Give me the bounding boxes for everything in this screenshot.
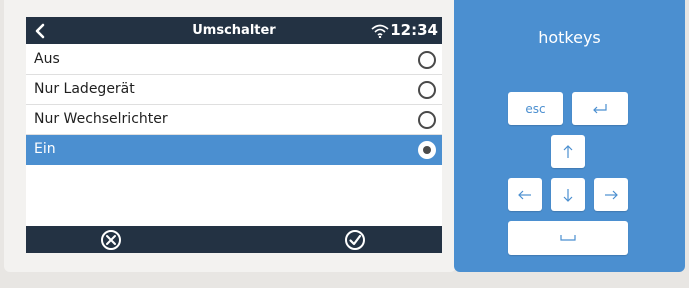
option-label: Ein	[34, 141, 56, 157]
list-item-selected[interactable]: Ein	[26, 135, 442, 165]
radio-button[interactable]	[418, 81, 436, 99]
cancel-icon[interactable]	[100, 229, 122, 251]
radio-button[interactable]	[418, 51, 436, 69]
return-arrow-icon	[593, 103, 607, 113]
hotkeys-title: hotkeys	[538, 28, 601, 47]
esc-key[interactable]: esc	[508, 92, 563, 125]
list-item[interactable]: Nur Wechselrichter	[26, 105, 442, 135]
left-key[interactable]	[508, 178, 542, 211]
down-key[interactable]	[551, 178, 585, 211]
radio-button[interactable]	[418, 111, 436, 129]
arrow-right-icon	[605, 190, 618, 199]
space-key[interactable]	[508, 221, 628, 255]
list-item[interactable]: Nur Ladegerät	[26, 75, 442, 105]
radio-button-checked[interactable]	[418, 141, 436, 159]
up-key[interactable]	[551, 135, 585, 168]
option-label: Nur Wechselrichter	[34, 111, 168, 127]
device-screen: Umschalter 12:34 Aus Nur Ladegerät Nur W…	[26, 17, 442, 253]
arrow-left-icon	[518, 190, 531, 199]
device-frame: Umschalter 12:34 Aus Nur Ladegerät Nur W…	[4, 0, 456, 272]
esc-key-label: esc	[525, 101, 546, 116]
arrow-up-icon	[563, 144, 573, 158]
arrow-down-icon	[563, 188, 573, 202]
confirm-check-icon[interactable]	[344, 229, 366, 251]
right-key[interactable]	[594, 178, 628, 211]
wifi-icon	[371, 24, 389, 38]
space-bar-icon	[560, 235, 576, 241]
enter-key[interactable]	[572, 92, 628, 125]
hotkeys-panel: hotkeys esc	[454, 0, 685, 272]
bottom-bar	[26, 226, 442, 253]
option-list: Aus Nur Ladegerät Nur Wechselrichter Ein	[26, 45, 442, 165]
option-label: Aus	[34, 51, 60, 67]
list-item[interactable]: Aus	[26, 45, 442, 75]
option-label: Nur Ladegerät	[34, 81, 135, 97]
top-bar: Umschalter 12:34	[26, 17, 442, 44]
clock: 12:34	[390, 21, 438, 39]
